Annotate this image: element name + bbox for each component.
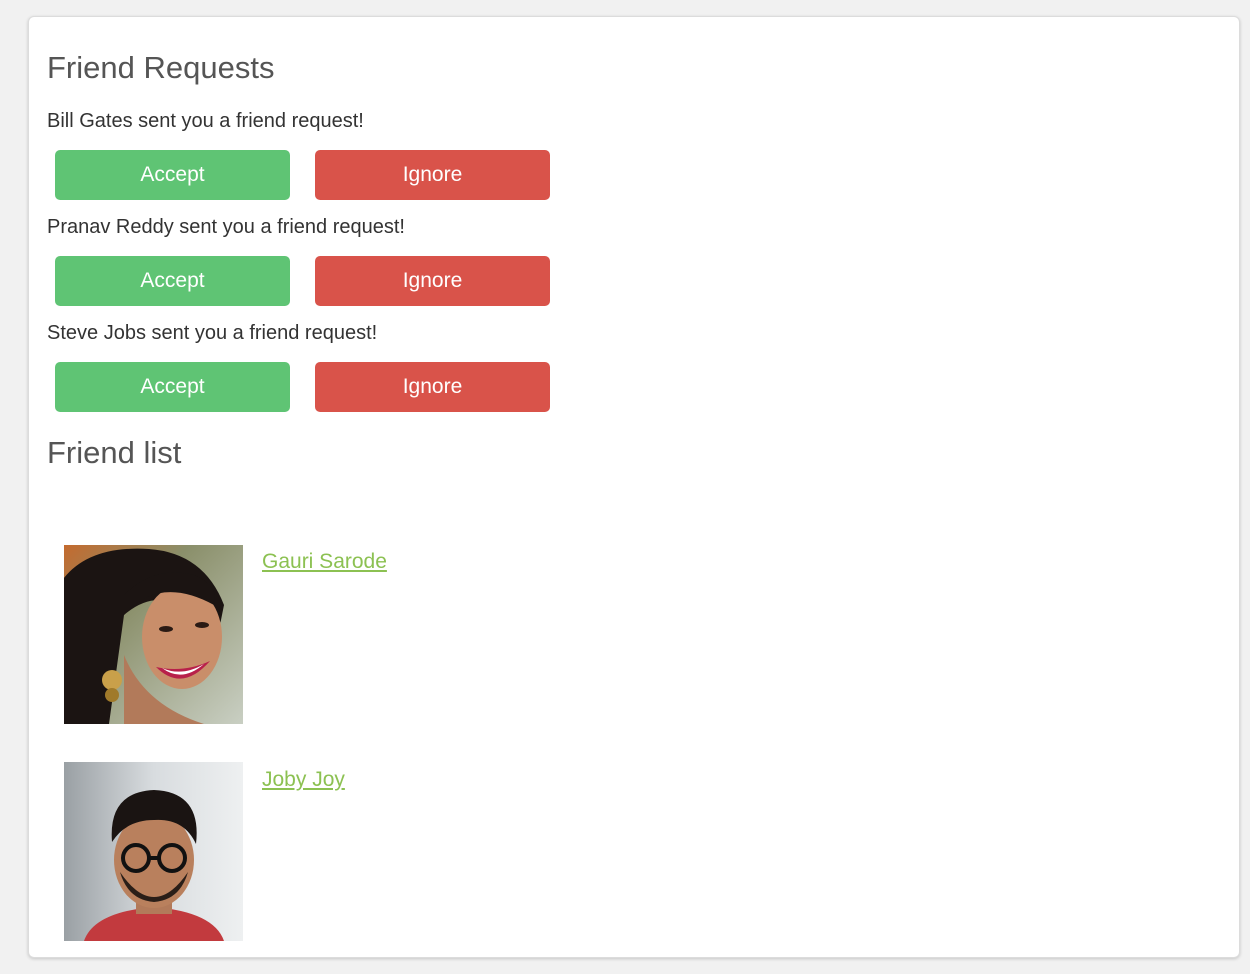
ignore-button[interactable]: Ignore [315, 362, 550, 412]
ignore-button[interactable]: Ignore [315, 256, 550, 306]
request-message: Bill Gates sent you a friend request! [47, 110, 364, 132]
friend-avatar[interactable] [64, 545, 243, 724]
friend-requests-title: Friend Requests [47, 50, 275, 85]
friend-list-title: Friend list [47, 435, 182, 470]
request-message: Pranav Reddy sent you a friend request! [47, 216, 405, 238]
friend-name-link[interactable]: Joby Joy [262, 768, 345, 792]
friend-name-link[interactable]: Gauri Sarode [262, 550, 387, 574]
accept-button[interactable]: Accept [55, 362, 290, 412]
accept-button[interactable]: Accept [55, 256, 290, 306]
request-message: Steve Jobs sent you a friend request! [47, 322, 378, 344]
friend-avatar[interactable] [64, 762, 243, 941]
friends-panel: Friend Requests Bill Gates sent you a fr… [28, 16, 1240, 958]
ignore-button[interactable]: Ignore [315, 150, 550, 200]
accept-button[interactable]: Accept [55, 150, 290, 200]
